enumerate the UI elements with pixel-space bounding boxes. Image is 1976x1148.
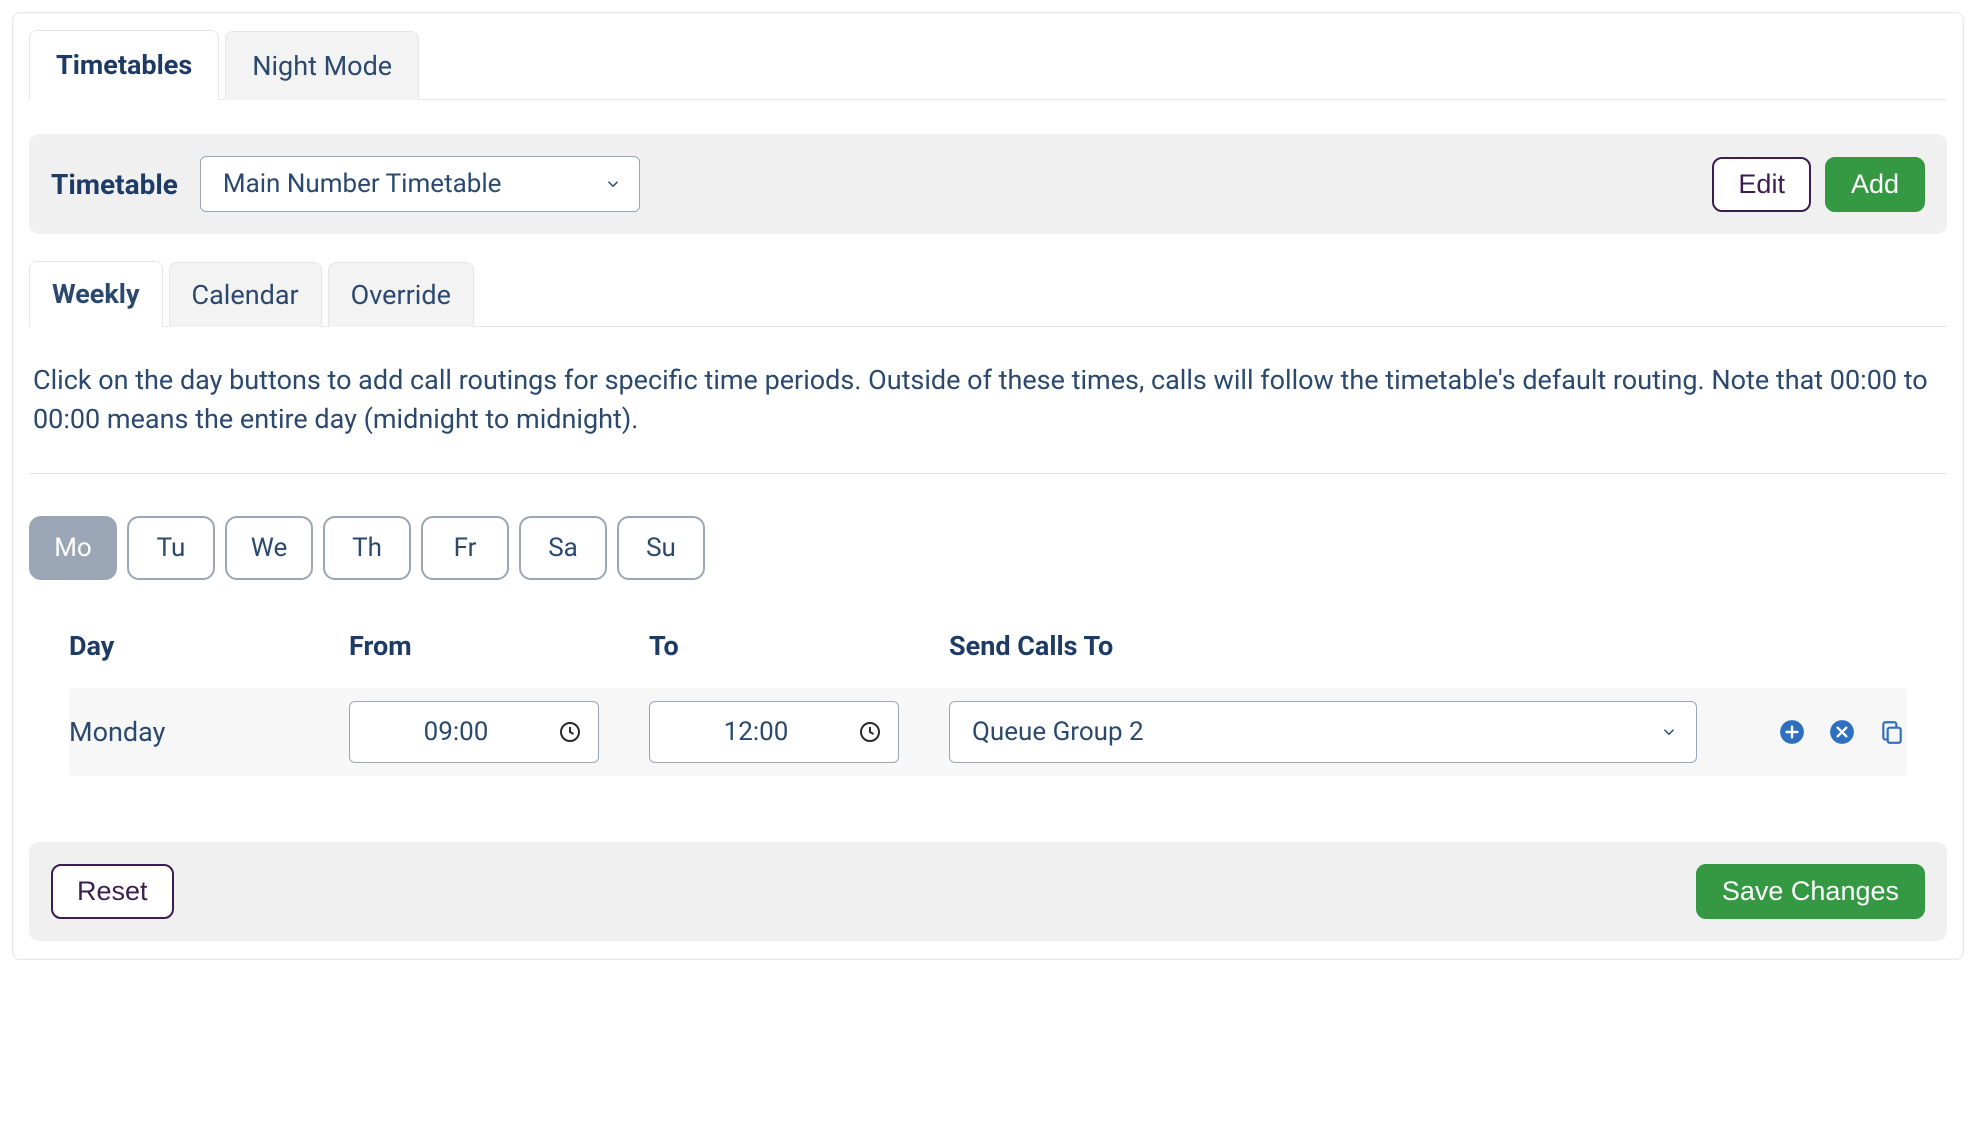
clock-icon [858,720,882,744]
cell-to: 12:00 [649,688,939,776]
send-calls-to-value: Queue Group 2 [972,717,1144,747]
timetable-bar: Timetable Main Number Timetable Edit Add [29,134,1947,234]
from-time-input[interactable]: 09:00 [349,701,599,763]
cell-day: Monday [69,688,339,776]
add-row-button[interactable] [1777,717,1807,747]
day-buttons: Mo Tu We Th Fr Sa Su [29,516,1947,580]
cell-from: 09:00 [349,688,639,776]
col-actions [1707,636,1907,672]
day-tu[interactable]: Tu [127,516,215,580]
instructions-text: Click on the day buttons to add call rou… [33,361,1943,439]
bottom-bar: Reset Save Changes [29,842,1947,941]
clock-icon [558,720,582,744]
save-changes-button[interactable]: Save Changes [1696,864,1925,919]
tab-night-mode[interactable]: Night Mode [225,31,419,100]
copy-icon [1879,719,1905,745]
reset-button[interactable]: Reset [51,864,174,919]
to-time-input[interactable]: 12:00 [649,701,899,763]
day-we[interactable]: We [225,516,313,580]
subtab-override[interactable]: Override [328,262,474,327]
sub-tabs: Weekly Calendar Override [29,260,1947,327]
timetable-select-wrap: Main Number Timetable [200,156,640,212]
col-to: To [649,620,939,688]
col-from: From [349,620,639,688]
timetable-bar-actions: Edit Add [1712,157,1925,212]
day-fr[interactable]: Fr [421,516,509,580]
add-button[interactable]: Add [1825,157,1925,212]
col-day: Day [69,620,339,688]
plus-circle-icon [1779,719,1805,745]
edit-button[interactable]: Edit [1712,157,1811,212]
day-th[interactable]: Th [323,516,411,580]
tab-timetables[interactable]: Timetables [29,30,219,100]
timetable-select[interactable]: Main Number Timetable [200,156,640,212]
day-su[interactable]: Su [617,516,705,580]
divider [29,473,1947,474]
x-circle-icon [1829,719,1855,745]
main-tabs: Timetables Night Mode [29,29,1947,100]
day-sa[interactable]: Sa [519,516,607,580]
row-actions [1707,688,1907,776]
delete-row-button[interactable] [1827,717,1857,747]
table-row: Monday 09:00 12:00 Queue Group 2 [29,688,1947,776]
day-value: Monday [69,716,165,748]
cell-send-to: Queue Group 2 [949,688,1697,776]
send-calls-to-select[interactable]: Queue Group 2 [949,701,1697,763]
timetable-label: Timetable [51,168,178,201]
copy-row-button[interactable] [1877,717,1907,747]
subtab-calendar[interactable]: Calendar [169,262,322,327]
timetables-panel: Timetables Night Mode Timetable Main Num… [12,12,1964,960]
col-send-to: Send Calls To [949,620,1697,688]
day-mo[interactable]: Mo [29,516,117,580]
subtab-weekly[interactable]: Weekly [29,261,163,327]
chevron-down-icon [1660,723,1678,741]
